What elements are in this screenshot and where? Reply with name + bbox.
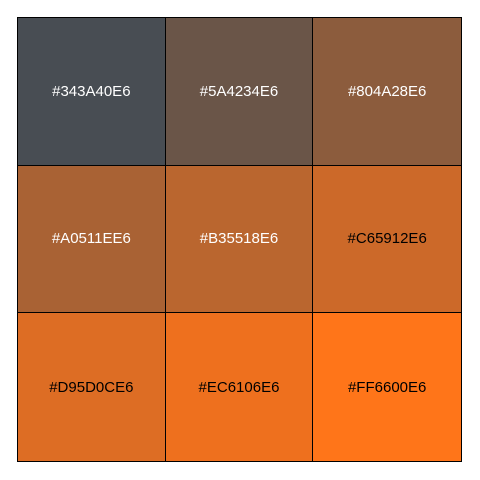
color-swatch: #804A28E6 xyxy=(313,18,461,166)
color-swatch: #5A4234E6 xyxy=(165,18,314,166)
color-swatch: #EC6106E6 xyxy=(165,313,314,461)
swatch-label: #B35518E6 xyxy=(199,230,279,248)
color-swatch: #FF6600E6 xyxy=(313,313,461,461)
swatch-label: #C65912E6 xyxy=(347,230,427,248)
swatch-label: #FF6600E6 xyxy=(347,378,427,396)
swatch-label: #A0511EE6 xyxy=(51,230,131,248)
color-swatch: #343A40E6 xyxy=(18,18,166,166)
color-swatch: #A0511EE6 xyxy=(18,165,166,314)
color-swatch-grid: #343A40E6 #5A4234E6 #804A28E6 #A0511EE6 … xyxy=(17,17,462,462)
color-swatch: #D95D0CE6 xyxy=(18,313,166,461)
swatch-label: #5A4234E6 xyxy=(199,82,279,100)
color-swatch: #C65912E6 xyxy=(313,165,461,314)
swatch-label: #343A40E6 xyxy=(52,82,131,100)
color-swatch: #B35518E6 xyxy=(165,165,314,314)
swatch-label: #EC6106E6 xyxy=(198,378,280,396)
swatch-label: #804A28E6 xyxy=(347,82,427,100)
swatch-label: #D95D0CE6 xyxy=(49,378,134,396)
